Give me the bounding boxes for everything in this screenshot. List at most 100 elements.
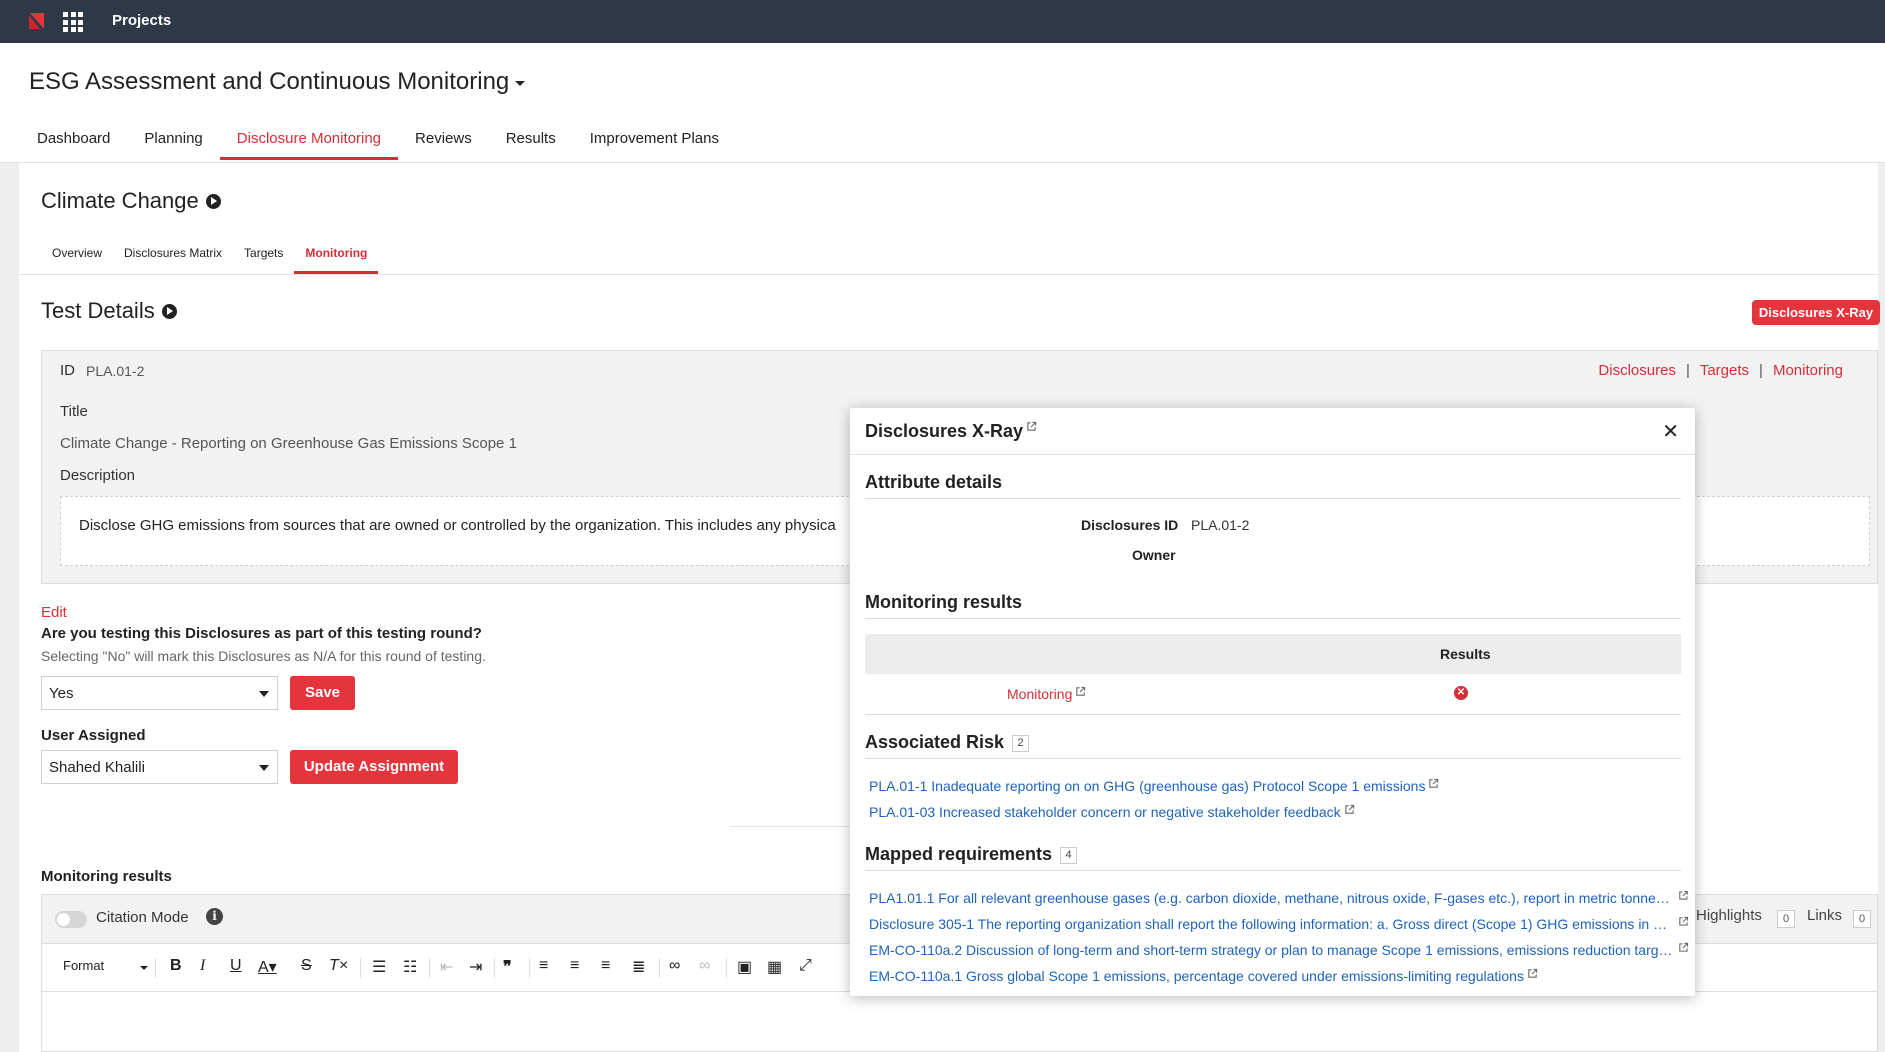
text-color-icon[interactable]: A▾ <box>258 957 277 977</box>
risk-link-text: PLA.01-03 Increased stakeholder concern … <box>869 804 1341 820</box>
save-button[interactable]: Save <box>290 676 355 710</box>
chevron-down-icon <box>259 691 269 697</box>
tab-overview[interactable]: Overview <box>41 244 113 274</box>
requirement-link[interactable]: EM-CO-110a.1 Gross global Scope 1 emissi… <box>869 968 1689 984</box>
tab-results[interactable]: Results <box>489 122 573 160</box>
projects-link[interactable]: Projects <box>112 12 171 29</box>
numbered-list-icon[interactable]: ☷ <box>403 957 417 977</box>
id-value: PLA.01-2 <box>86 363 145 379</box>
italic-icon[interactable]: I <box>200 957 205 975</box>
align-center-icon[interactable]: ≡ <box>570 957 579 975</box>
divider <box>865 870 1681 871</box>
citation-mode-label: Citation Mode <box>96 909 189 926</box>
disclosures-id-value: PLA.01-2 <box>1191 517 1250 533</box>
info-icon[interactable]: i <box>206 908 223 925</box>
toolbar-separator <box>529 958 530 978</box>
tab-monitoring[interactable]: Monitoring <box>294 244 379 274</box>
justify-icon[interactable]: ≣ <box>632 957 645 977</box>
top-navigation-bar: Projects <box>0 0 1885 43</box>
tab-improvement-plans[interactable]: Improvement Plans <box>573 122 736 160</box>
divider <box>730 826 850 827</box>
disclosures-xray-button[interactable]: Disclosures X-Ray <box>1752 300 1880 325</box>
tab-targets[interactable]: Targets <box>233 244 294 274</box>
fullscreen-icon[interactable]: ⤢ <box>799 957 812 975</box>
divider <box>865 618 1681 619</box>
table-icon[interactable]: ▦ <box>767 957 782 977</box>
play-circle-icon[interactable] <box>161 303 177 319</box>
tab-disclosure-monitoring[interactable]: Disclosure Monitoring <box>219 122 399 160</box>
citation-mode-toggle[interactable] <box>55 911 87 928</box>
detail-links: Disclosures | Targets | Monitoring <box>1598 362 1843 379</box>
divider <box>865 714 1681 715</box>
divider <box>865 758 1681 759</box>
close-icon[interactable]: ✕ <box>1662 419 1679 444</box>
external-link-icon <box>1679 942 1689 952</box>
monitoring-result-link-text: Monitoring <box>1007 686 1073 702</box>
external-link-icon <box>1679 890 1689 900</box>
disclosures-link[interactable]: Disclosures <box>1598 362 1676 379</box>
outdent-icon[interactable]: ⇤ <box>440 957 453 977</box>
blockquote-icon[interactable]: ❞ <box>503 957 512 977</box>
requirement-link[interactable]: Disclosure 305-1 The reporting organizat… <box>869 916 1689 932</box>
toolbar-separator <box>155 958 156 978</box>
test-details-title-text: Test Details <box>41 298 155 323</box>
requirement-link-text: EM-CO-110a.1 Gross global Scope 1 emissi… <box>869 968 1524 984</box>
tab-disclosures-matrix[interactable]: Disclosures Matrix <box>113 244 233 274</box>
toolbar-separator <box>494 958 495 978</box>
user-select[interactable]: Shahed Khalili <box>41 750 278 784</box>
clear-format-icon[interactable]: T× <box>329 957 348 975</box>
monitoring-result-link[interactable]: Monitoring <box>1007 686 1086 702</box>
update-assignment-button[interactable]: Update Assignment <box>290 750 458 784</box>
failed-result-icon: ✕ <box>1454 686 1468 700</box>
toolbar-separator <box>360 958 361 978</box>
external-link-icon[interactable] <box>1026 421 1037 432</box>
risk-count-badge: 2 <box>1012 734 1030 752</box>
bold-icon[interactable]: B <box>170 957 182 975</box>
links-label[interactable]: Links <box>1807 907 1842 924</box>
testing-select[interactable]: Yes <box>41 676 278 710</box>
highlights-label[interactable]: Highlights <box>1696 907 1762 924</box>
tab-planning[interactable]: Planning <box>127 122 219 160</box>
requirement-link[interactable]: PLA1.01.1 For all relevant greenhouse ga… <box>869 890 1689 906</box>
link-icon[interactable]: ∞ <box>669 957 680 975</box>
requirement-link[interactable]: EM-CO-110a.2 Discussion of long-term and… <box>869 942 1689 958</box>
play-circle-icon[interactable] <box>205 193 221 209</box>
requirements-count-badge: 4 <box>1060 846 1078 864</box>
unlink-icon[interactable]: ∞ <box>699 957 710 975</box>
underline-icon[interactable]: U <box>230 957 242 975</box>
risk-link[interactable]: PLA.01-1 Inadequate reporting on on GHG … <box>869 778 1439 794</box>
tab-dashboard[interactable]: Dashboard <box>20 122 127 160</box>
strikethrough-icon[interactable]: S <box>301 957 312 975</box>
requirement-link-text: EM-CO-110a.2 Discussion of long-term and… <box>869 942 1676 958</box>
toolbar-separator <box>429 958 430 978</box>
monitoring-link[interactable]: Monitoring <box>1773 362 1843 379</box>
results-table-header: Results <box>865 634 1681 674</box>
bulleted-list-icon[interactable]: ☰ <box>372 957 386 977</box>
edit-link[interactable]: Edit <box>41 604 67 621</box>
targets-link[interactable]: Targets <box>1700 362 1749 379</box>
image-icon[interactable]: ▣ <box>737 957 752 977</box>
align-right-icon[interactable]: ≡ <box>601 957 610 975</box>
user-select-value: Shahed Khalili <box>49 759 145 776</box>
tab-reviews[interactable]: Reviews <box>398 122 489 160</box>
external-link-icon <box>1528 968 1538 978</box>
user-assigned-label: User Assigned <box>41 727 146 744</box>
project-title-dropdown[interactable]: ESG Assessment and Continuous Monitoring <box>29 68 526 96</box>
app-grid-icon[interactable] <box>63 12 83 32</box>
id-label: ID <box>60 362 75 379</box>
risk-link[interactable]: PLA.01-03 Increased stakeholder concern … <box>869 804 1355 820</box>
indent-icon[interactable]: ⇥ <box>469 957 482 977</box>
associated-risk-heading: Associated Risk 2 <box>865 732 1030 753</box>
brand-logo-icon[interactable] <box>28 12 46 30</box>
description-label: Description <box>60 467 136 484</box>
editor-content[interactable] <box>41 992 1878 1052</box>
highlights-count: 0 <box>1777 910 1795 928</box>
divider <box>19 274 1878 275</box>
attribute-details-heading: Attribute details <box>865 472 1003 492</box>
format-dropdown[interactable]: Format <box>63 958 104 973</box>
chevron-down-icon <box>259 765 269 771</box>
link-separator: | <box>1685 362 1690 379</box>
external-link-icon <box>1679 916 1689 926</box>
align-left-icon[interactable]: ≡ <box>539 957 548 975</box>
modal-title: Disclosures X-Ray <box>865 421 1037 442</box>
